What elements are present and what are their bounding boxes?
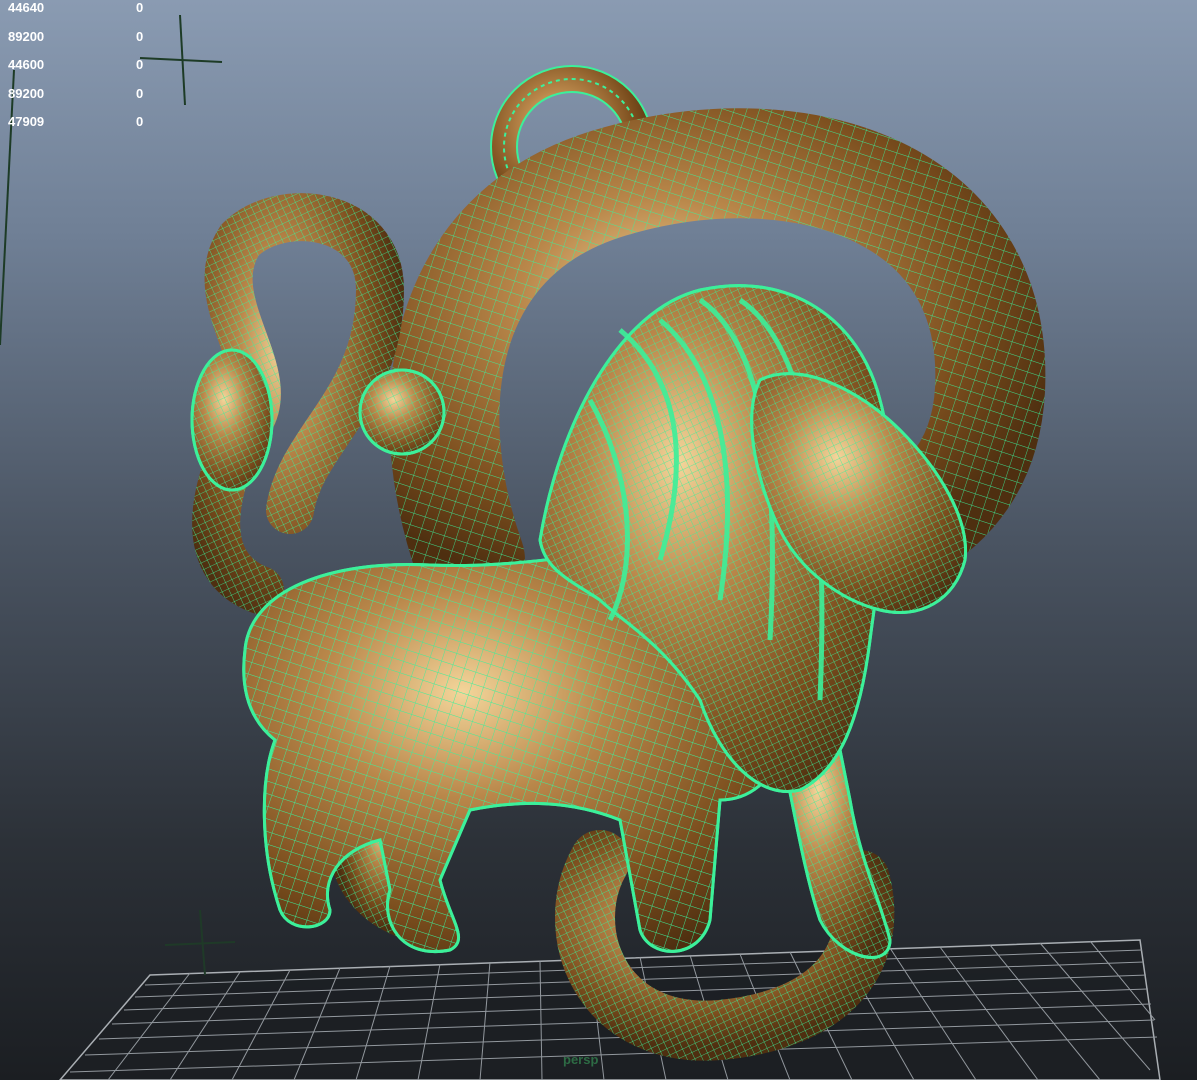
hud-value: 44600 [8,57,45,72]
hud-value: 44640 [8,0,45,15]
camera-label: persp [563,1052,599,1067]
hud-value-secondary: 0 [136,85,144,101]
hud-value-secondary: 0 [136,0,144,15]
hud-value-secondary: 0 [136,114,144,129]
hud-row: 89200 0 [8,23,156,52]
hud-value-secondary: 0 [136,57,144,72]
hud-row: 89200 0 [8,80,156,109]
lion-pendant-model[interactable] [190,65,1046,1061]
hud-value: 47909 [8,114,45,129]
hud-row: 47909 0 [8,108,156,137]
hud-row: 44600 0 [8,51,156,80]
poly-count-hud: 44640 0 89200 0 44600 0 89200 0 47909 0 [8,0,156,137]
hud-value: 89200 [8,85,45,101]
scene-canvas[interactable] [0,0,1197,1080]
viewport-persp[interactable]: 44640 0 89200 0 44600 0 89200 0 47909 0 … [0,0,1197,1080]
hud-row: 44640 0 [8,0,156,23]
hud-value-secondary: 0 [136,28,144,44]
origin-crosshair [164,909,236,976]
hud-value: 89200 [8,28,45,44]
